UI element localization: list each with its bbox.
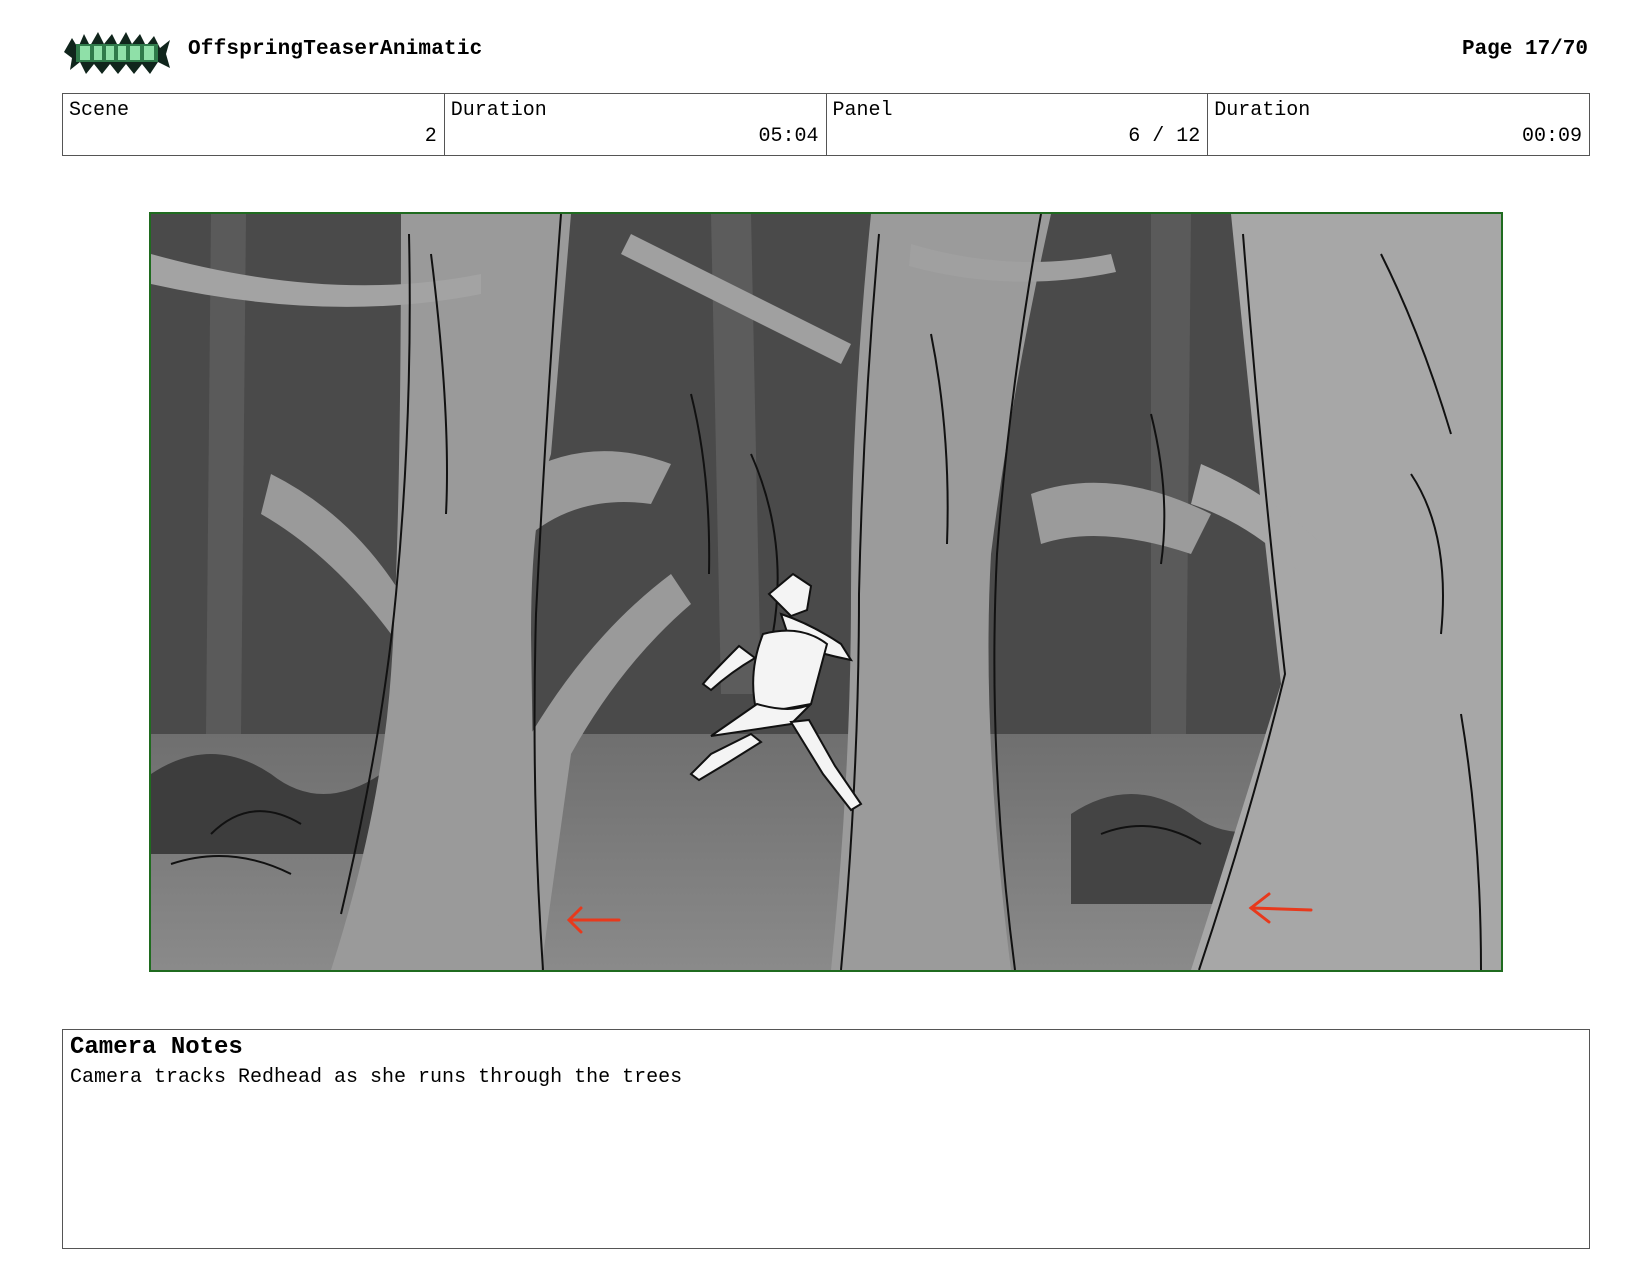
storyboard-panel — [149, 212, 1503, 972]
panel-duration-cell: Duration 00:09 — [1208, 94, 1589, 155]
panel-duration-label: Duration — [1214, 99, 1311, 122]
scene-label: Scene — [69, 99, 130, 122]
scene-value: 2 — [424, 125, 437, 148]
scene-duration-label: Duration — [450, 99, 547, 122]
camera-notes-text: Camera tracks Redhead as she runs throug… — [70, 1066, 683, 1089]
scene-info-table: Scene 2 Duration 05:04 Panel 6 / 12 Dura… — [62, 93, 1590, 156]
scene-duration-value: 05:04 — [758, 125, 819, 148]
document-title: OffspringTeaserAnimatic — [188, 38, 483, 61]
forest-sketch — [151, 214, 1501, 970]
panel-cell: Panel 6 / 12 — [827, 94, 1209, 155]
camera-notes-box: Camera Notes Camera tracks Redhead as sh… — [62, 1029, 1590, 1249]
page-number: Page 17/70 — [1461, 38, 1588, 61]
panel-label: Panel — [832, 99, 893, 122]
panel-value: 6 / 12 — [1128, 125, 1201, 148]
panel-duration-value: 00:09 — [1521, 125, 1582, 148]
camera-notes-heading: Camera Notes — [70, 1034, 243, 1061]
offspring-logo — [62, 28, 172, 76]
scene-cell: Scene 2 — [63, 94, 445, 155]
scene-duration-cell: Duration 05:04 — [445, 94, 827, 155]
